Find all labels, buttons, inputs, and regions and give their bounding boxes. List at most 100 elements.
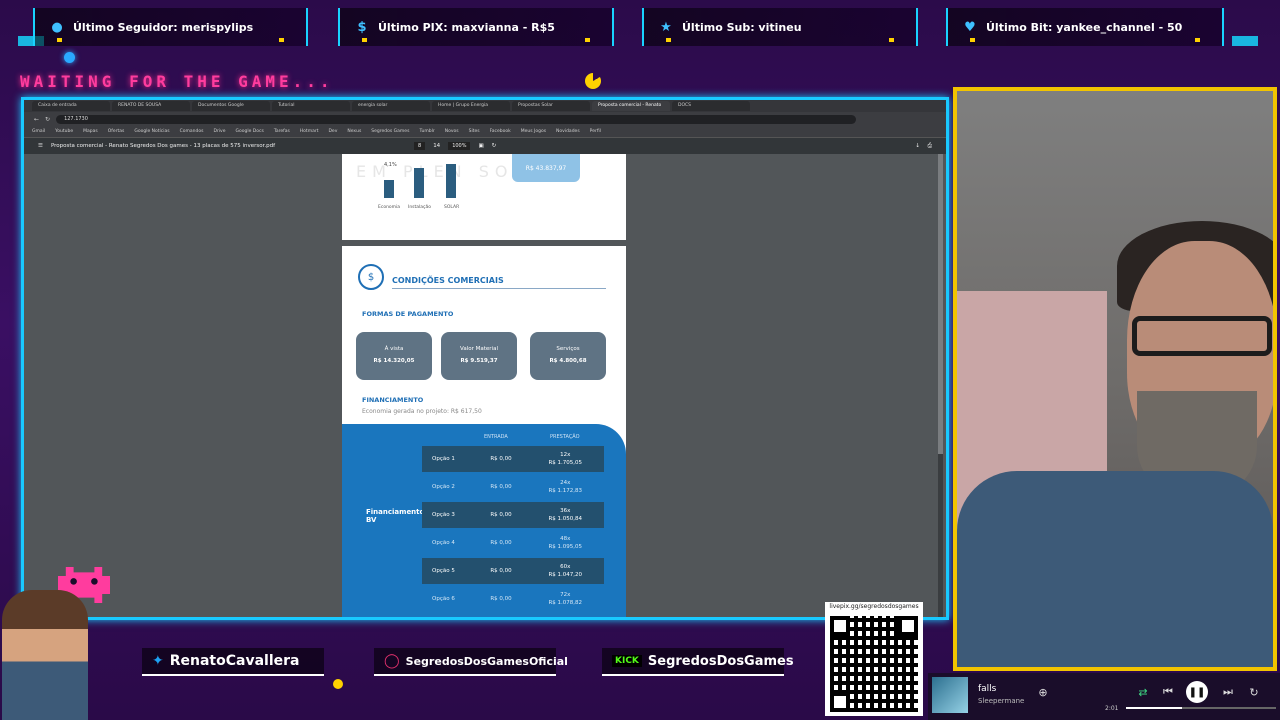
chart-bar <box>384 180 394 198</box>
browser-tab[interactable]: Tutorial <box>272 101 350 111</box>
column-header: ENTRADA <box>484 434 508 440</box>
browser-tab[interactable]: Home | Grupo Energia <box>432 101 510 111</box>
bookmark[interactable]: Tumblr <box>419 129 434 134</box>
bookmark[interactable]: Meus Jogos <box>521 129 546 134</box>
payment-box: Valor Material R$ 9.519,37 <box>441 332 517 380</box>
financing-title: FINANCIAMENTO <box>362 396 424 404</box>
option-parcelas: 24x <box>560 480 571 486</box>
bookmark[interactable]: Youtube <box>55 129 73 134</box>
option-parcelas: 48x <box>560 536 571 542</box>
bookmark[interactable]: Hotmart <box>300 129 319 134</box>
album-art <box>932 677 968 713</box>
waiting-text: WAITING FOR THE GAME... <box>20 72 334 91</box>
previous-icon[interactable]: ⏮ <box>1159 683 1177 701</box>
option-label: Opção 6 <box>432 596 455 602</box>
alert-last-bit: ♥ Último Bit: yankee_channel - 50 <box>946 8 1224 46</box>
bookmark[interactable]: Dev <box>328 129 337 134</box>
zoom-input[interactable]: 100% <box>448 142 471 150</box>
option-parcelas: 12x <box>560 452 571 458</box>
option-prestacao: 12x R$ 1.705,05 <box>527 451 605 467</box>
browser-tab[interactable]: DOCS <box>672 101 750 111</box>
bookmark[interactable]: Drive <box>213 129 225 134</box>
browser-tab[interactable]: Caixa de entrada <box>32 101 110 111</box>
option-label: Opção 5 <box>432 568 455 574</box>
url-input[interactable]: 127.1730 <box>56 114 857 124</box>
alert-last-sub: ★ Último Sub: vitineu <box>642 8 918 46</box>
twitter-bird-icon: ✦ <box>152 653 164 669</box>
qr-url: livepix.gg/segredosdosgames <box>829 603 919 610</box>
browser-tab[interactable]: Documentos Google <box>192 101 270 111</box>
financing-row: Opção 5 R$ 0,00 60x R$ 1.047,20 <box>422 558 604 584</box>
page-number-input[interactable]: 8 <box>414 142 426 150</box>
back-icon[interactable]: ← <box>34 116 39 123</box>
browser-tab[interactable]: RENATO DE SOUSA <box>112 101 190 111</box>
pix-diamond-icon: $ <box>357 19 367 35</box>
pdf-page: EM PLEN SO 4,1% Economia Instalação SOLA… <box>342 154 626 240</box>
bookmark[interactable]: Ofertas <box>108 129 125 134</box>
option-prestacao: 36x R$ 1.050,84 <box>527 507 605 523</box>
webcam-feed <box>953 87 1277 671</box>
pdf-viewer[interactable]: EM PLEN SO 4,1% Economia Instalação SOLA… <box>24 154 946 617</box>
option-prestacao: 72x R$ 1.078,82 <box>527 591 605 607</box>
social-label: RenatoCavallera <box>169 653 300 669</box>
financing-row: Opção 6 R$ 0,00 72x R$ 1.078,82 <box>422 586 604 612</box>
section-title: CONDIÇÕES COMERCIAIS <box>392 276 504 285</box>
bar-category-label: Economia <box>378 205 401 210</box>
bookmark[interactable]: Mapas <box>83 129 98 134</box>
payment-box: Serviços R$ 4.800,68 <box>530 332 606 380</box>
pdf-title: Proposta comercial - Renato Segredos Dos… <box>50 143 276 149</box>
bookmark[interactable]: Tarefas <box>274 129 290 134</box>
bar-pct-label: 4,1% <box>384 162 397 168</box>
divider <box>392 288 606 289</box>
bookmark[interactable]: Google Notícias <box>134 129 169 134</box>
star-icon: ★ <box>660 19 672 35</box>
bookmark[interactable]: Facebook <box>490 129 511 134</box>
add-icon[interactable]: ⊕ <box>1034 683 1052 701</box>
bar-category-label: Instalação <box>408 205 432 210</box>
option-label: Opção 2 <box>432 484 455 490</box>
scrollbar-thumb[interactable] <box>938 154 943 454</box>
pause-button[interactable]: ❚❚ <box>1186 681 1208 703</box>
option-parcelas: 60x <box>560 564 571 570</box>
ghost-text: EM PLEN SO <box>356 162 514 181</box>
shuffle-icon[interactable]: ⇄ <box>1134 683 1152 701</box>
option-valor: R$ 1.047,20 <box>548 572 583 578</box>
progress-bar[interactable] <box>1126 707 1276 709</box>
menu-icon[interactable]: ☰ <box>38 143 43 149</box>
bookmark[interactable]: Novidades <box>556 129 580 134</box>
bookmark[interactable]: Perfil <box>590 129 601 134</box>
download-icon[interactable]: ↓ <box>915 143 920 149</box>
option-entrada: R$ 0,00 <box>490 512 512 518</box>
social-label: SegredosDosGamesOficial <box>405 654 568 668</box>
option-parcelas: 36x <box>560 508 571 514</box>
scrollbar[interactable] <box>938 154 943 617</box>
economy-line: Economia gerada no projeto: R$ 617,50 <box>362 408 482 415</box>
fit-page-icon[interactable]: ▣ <box>478 143 483 149</box>
alert-last-pix: $ Último PIX: maxvianna - R$5 <box>338 8 614 46</box>
option-valor: R$ 1.078,82 <box>548 600 583 606</box>
option-prestacao: 24x R$ 1.172,83 <box>527 479 605 495</box>
option-parcelas: 72x <box>560 592 571 598</box>
bookmark[interactable]: Comandos <box>180 129 204 134</box>
browser-tab[interactable]: Propostas Solar <box>512 101 590 111</box>
browser-tab[interactable]: energia solar <box>352 101 430 111</box>
payment-methods-title: FORMAS DE PAGAMENTO <box>362 310 454 318</box>
bookmark[interactable]: Sites <box>469 129 480 134</box>
bookmark[interactable]: Nexus <box>347 129 361 134</box>
bookmark[interactable]: Google Docs <box>235 129 263 134</box>
bookmark[interactable]: Novos <box>445 129 459 134</box>
option-valor: R$ 1.705,05 <box>548 460 583 466</box>
instagram-icon: ◯ <box>384 653 400 669</box>
repeat-icon[interactable]: ↻ <box>1245 683 1263 701</box>
rotate-icon[interactable]: ↻ <box>492 143 497 149</box>
bookmark[interactable]: Gmail <box>32 129 45 134</box>
browser-tab-active[interactable]: Proposta comercial - Renato <box>592 101 670 111</box>
payment-value: R$ 9.519,37 <box>460 358 498 364</box>
address-bar: ← ↻ 127.1730 <box>24 112 946 126</box>
print-icon[interactable]: ⎙ <box>928 143 932 150</box>
alert-label: Último Seguidor: merispylips <box>73 20 254 34</box>
next-icon[interactable]: ⏭ <box>1219 683 1237 701</box>
option-label: Opção 4 <box>432 540 455 546</box>
bookmark[interactable]: Segredos Games <box>371 129 409 134</box>
reload-icon[interactable]: ↻ <box>45 116 50 123</box>
